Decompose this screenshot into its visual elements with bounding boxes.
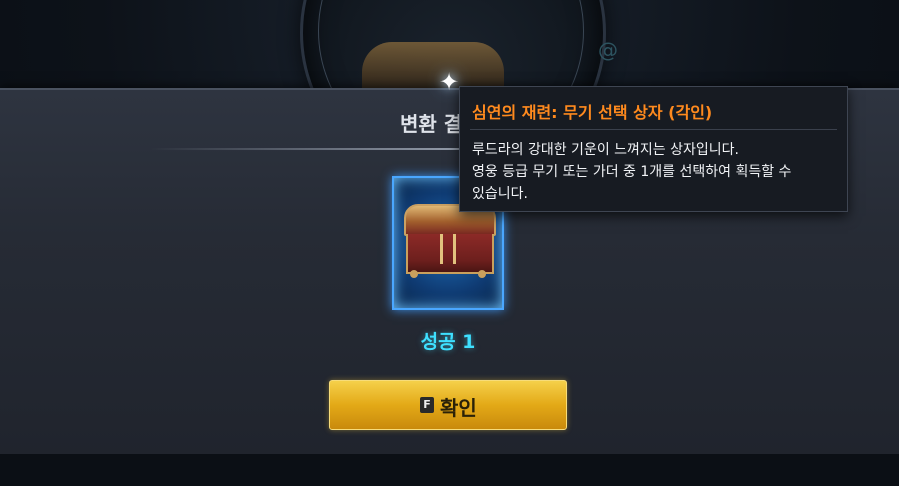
chest-foot	[410, 270, 418, 278]
confirm-button-label: 확인	[440, 396, 477, 420]
chest-emblem	[440, 234, 456, 264]
panel-title: 변환 결과	[400, 112, 460, 136]
tooltip-title: 심연의 재련: 무기 선택 상자 (각인)	[472, 103, 713, 122]
tooltip-description-line: 있습니다.	[472, 186, 528, 202]
chest-foot	[478, 270, 486, 278]
tooltip-divider	[470, 129, 837, 130]
tooltip-description-line: 영웅 등급 무기 또는 가더 중 1개를 선택하여 획득할 수	[472, 164, 792, 180]
sparkle-icon: ✦	[438, 68, 460, 96]
hotkey-f-badge: F	[420, 397, 434, 413]
item-tooltip: 심연의 재련: 무기 선택 상자 (각인) 루드라의 강대한 기운이 느껴지는 …	[459, 86, 848, 212]
confirm-button[interactable]: F 확인	[329, 380, 567, 430]
tooltip-description-line: 루드라의 강대한 기운이 느껴지는 상자입니다.	[472, 142, 739, 158]
swirl-decoration-icon: @	[598, 38, 618, 62]
footer-bar	[0, 454, 899, 486]
result-count-text: 성공 1	[420, 331, 476, 353]
